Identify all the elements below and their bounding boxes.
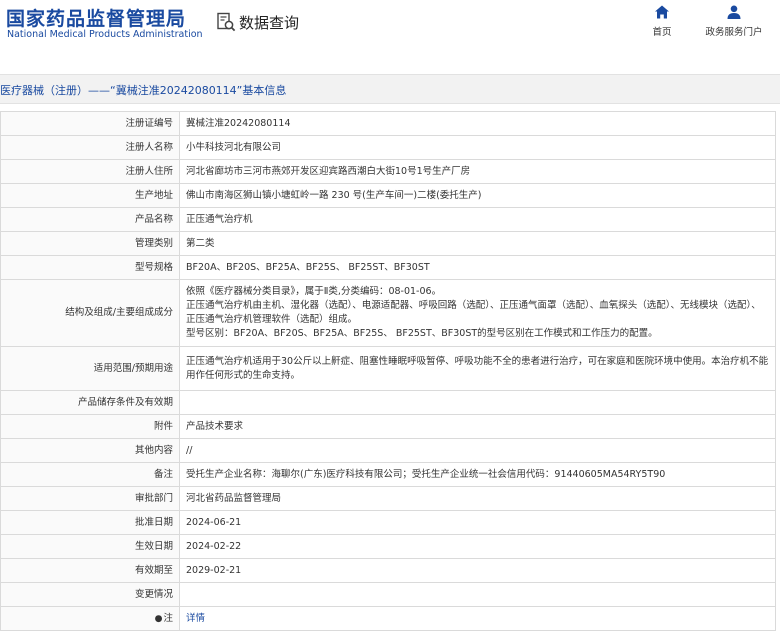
row-value: 河北省廊坊市三河市燕郊开发区迎宾路西潮白大街10号1号生产厂房	[179, 159, 776, 184]
site-logo-subtitle: National Medical Products Administration	[7, 29, 203, 40]
structure-line: 型号区别：BF20A、BF20S、BF25A、BF25S、 BF25ST、BF3…	[186, 328, 658, 339]
row-value: BF20A、BF20S、BF25A、BF25S、 BF25ST、BF30ST	[179, 255, 776, 280]
row-label: 管理类别	[0, 231, 180, 256]
table-row: 变更情况	[0, 582, 776, 607]
row-value: 河北省药品监督管理局	[179, 486, 776, 511]
table-row: 注册证编号 冀械注准20242080114	[0, 111, 776, 136]
nav-home-label: 首页	[652, 27, 672, 38]
user-icon	[727, 5, 741, 19]
table-row: 附件 产品技术要求	[0, 414, 776, 439]
row-value: 受托生产企业名称：海聊尔(广东)医疗科技有限公司；受托生产企业统一社会信用代码：…	[179, 462, 776, 487]
site-header: 国家药品监督管理局 National Medical Products Admi…	[0, 0, 780, 62]
table-row: 有效期至 2029-02-21	[0, 558, 776, 583]
row-value	[179, 390, 776, 415]
nav-service-portal-label: 政务服务门户	[705, 27, 763, 38]
row-label: 有效期至	[0, 558, 180, 583]
row-label: 其他内容	[0, 438, 180, 463]
table-row: ●注 详情	[0, 606, 776, 631]
table-row: 产品名称 正压通气治疗机	[0, 207, 776, 232]
row-value: 2024-06-21	[179, 510, 776, 535]
row-label: ●注	[0, 606, 180, 631]
table-row: 生效日期 2024-02-22	[0, 534, 776, 559]
row-label: 型号规格	[0, 255, 180, 280]
table-row: 注册人名称 小牛科技河北有限公司	[0, 135, 776, 160]
row-label: 注册人名称	[0, 135, 180, 160]
row-value: 正压通气治疗机	[179, 207, 776, 232]
home-icon	[655, 5, 669, 19]
details-link[interactable]: 详情	[186, 613, 205, 624]
table-row: 生产地址 佛山市南海区狮山镇小塘虹岭一路 230 号(生产车间一)二楼(委托生产…	[0, 183, 776, 208]
row-value: 2029-02-21	[179, 558, 776, 583]
row-value	[179, 582, 776, 607]
note-label: 注	[163, 612, 173, 624]
breadcrumb: 医疗器械（注册）——“冀械注准20242080114”基本信息	[0, 74, 780, 104]
row-label: 变更情况	[0, 582, 180, 607]
structure-line: 正压通气治疗机由主机、湿化器（选配）、电源适配器、呼吸回路（选配）、正压通气面罩…	[186, 300, 761, 325]
row-label: 产品名称	[0, 207, 180, 232]
row-value: 产品技术要求	[179, 414, 776, 439]
table-row: 结构及组成/主要组成成分 依照《医疗器械分类目录》，属于Ⅱ类,分类编码：08-0…	[0, 279, 776, 347]
nav-home[interactable]: 首页	[632, 4, 692, 38]
table-row: 管理类别 第二类	[0, 231, 776, 256]
table-row: 审批部门 河北省药品监督管理局	[0, 486, 776, 511]
breadcrumb-text: 医疗器械（注册）——“冀械注准20242080114”基本信息	[0, 84, 287, 97]
table-row: 注册人住所 河北省廊坊市三河市燕郊开发区迎宾路西潮白大街10号1号生产厂房	[0, 159, 776, 184]
row-label: 注册人住所	[0, 159, 180, 184]
structure-line: 依照《医疗器械分类目录》，属于Ⅱ类,分类编码：08-01-06。	[186, 286, 442, 297]
row-label: 结构及组成/主要组成成分	[0, 279, 180, 347]
row-label: 批准日期	[0, 510, 180, 535]
row-label: 附件	[0, 414, 180, 439]
row-value: 详情	[179, 606, 776, 631]
row-value: 2024-02-22	[179, 534, 776, 559]
row-label: 产品储存条件及有效期	[0, 390, 180, 415]
table-row: 型号规格 BF20A、BF20S、BF25A、BF25S、 BF25ST、BF3…	[0, 255, 776, 280]
row-value: 正压通气治疗机适用于30公斤以上鼾症、阻塞性睡眠呼吸暂停、呼吸功能不全的患者进行…	[179, 346, 776, 391]
row-label: 生产地址	[0, 183, 180, 208]
row-label: 备注	[0, 462, 180, 487]
table-row: 产品储存条件及有效期	[0, 390, 776, 415]
table-row: 其他内容 //	[0, 438, 776, 463]
site-logo-title[interactable]: 国家药品监督管理局	[6, 4, 186, 31]
row-label: 适用范围/预期用途	[0, 346, 180, 391]
table-row: 批准日期 2024-06-21	[0, 510, 776, 535]
table-row: 备注 受托生产企业名称：海聊尔(广东)医疗科技有限公司；受托生产企业统一社会信用…	[0, 462, 776, 487]
table-row: 适用范围/预期用途 正压通气治疗机适用于30公斤以上鼾症、阻塞性睡眠呼吸暂停、呼…	[0, 346, 776, 391]
row-value: 第二类	[179, 231, 776, 256]
usage-text: 正压通气治疗机适用于30公斤以上鼾症、阻塞性睡眠呼吸暂停、呼吸功能不全的患者进行…	[186, 355, 769, 381]
document-search-icon	[217, 12, 236, 32]
row-label: 生效日期	[0, 534, 180, 559]
data-query-label: 数据查询	[239, 13, 300, 32]
row-value: 佛山市南海区狮山镇小塘虹岭一路 230 号(生产车间一)二楼(委托生产)	[179, 183, 776, 208]
row-label: 注册证编号	[0, 111, 180, 136]
info-table: 注册证编号 冀械注准20242080114 注册人名称 小牛科技河北有限公司 注…	[0, 111, 776, 631]
row-label: 审批部门	[0, 486, 180, 511]
structure-text: 依照《医疗器械分类目录》，属于Ⅱ类,分类编码：08-01-06。 正压通气治疗机…	[186, 283, 775, 343]
row-value: //	[179, 438, 776, 463]
row-value: 小牛科技河北有限公司	[179, 135, 776, 160]
row-value: 冀械注准20242080114	[179, 111, 776, 136]
row-value: 依照《医疗器械分类目录》，属于Ⅱ类,分类编码：08-01-06。 正压通气治疗机…	[179, 279, 776, 347]
nav-service-portal[interactable]: 政务服务门户	[703, 4, 765, 38]
data-query-link[interactable]: 数据查询	[216, 10, 299, 34]
pin-icon: ●	[154, 613, 163, 624]
